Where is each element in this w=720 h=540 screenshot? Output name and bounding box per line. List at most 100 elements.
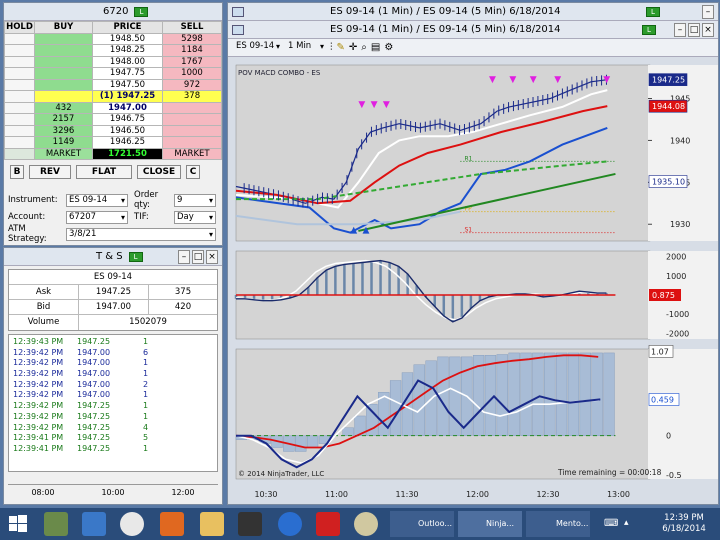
- chart-outer-titlebar[interactable]: ES 09-14 (1 Min) / ES 09-14 (5 Min) 6/18…: [228, 3, 718, 21]
- buy-cell[interactable]: [34, 55, 93, 68]
- sell-cell[interactable]: 1767: [162, 55, 222, 68]
- bar-type-icon[interactable]: ⫶: [330, 42, 333, 53]
- globe-app-icon[interactable]: [354, 512, 378, 536]
- b-button[interactable]: B: [10, 165, 24, 179]
- hold-cell[interactable]: [4, 90, 35, 103]
- minimize-icon[interactable]: –: [178, 249, 190, 264]
- film-app-icon[interactable]: [238, 512, 262, 536]
- buy-cell[interactable]: [34, 78, 93, 91]
- buy-cell[interactable]: [34, 67, 93, 80]
- price-header: PRICE: [92, 21, 163, 34]
- chart-canvas[interactable]: POV MACD COMBO - ES⏭1930193519401945R1PP…: [228, 59, 718, 505]
- c-button[interactable]: C: [186, 165, 200, 179]
- windows-logo-icon: [9, 515, 27, 532]
- outlook-task[interactable]: Outloo...: [390, 511, 454, 537]
- combo-bar: [603, 352, 615, 436]
- atm-label: ATM Strategy:: [8, 224, 47, 244]
- instrument-select[interactable]: ES 09-14: [66, 193, 128, 207]
- sell-cell[interactable]: 1184: [162, 44, 222, 57]
- minimize-icon[interactable]: –: [702, 4, 714, 19]
- order-qty-input[interactable]: 9: [174, 193, 216, 207]
- close-button[interactable]: CLOSE: [137, 165, 181, 179]
- trade-size: 4: [143, 422, 149, 432]
- hold-cell[interactable]: [4, 136, 35, 149]
- ts-trade-list[interactable]: 12:39:43 PM 1947.25 1 12:39:42 PM 1947.00 6 12…: [8, 334, 218, 472]
- internet-explorer-icon[interactable]: [278, 512, 302, 536]
- buy-cell[interactable]: 3296: [34, 124, 93, 137]
- hold-cell[interactable]: [4, 67, 35, 80]
- flat-button[interactable]: FLAT: [76, 165, 132, 179]
- ts-link-button[interactable]: L: [128, 251, 143, 262]
- hold-cell[interactable]: [4, 124, 35, 137]
- chart-axis-bg: [648, 349, 718, 479]
- sell-cell[interactable]: 5298: [162, 32, 222, 45]
- buy-cell[interactable]: [34, 32, 93, 45]
- start-windows-icon[interactable]: [6, 512, 30, 536]
- sell-cell[interactable]: [162, 124, 222, 137]
- trade-time: 12:39:42 PM: [13, 411, 64, 421]
- combo-bar: [295, 435, 307, 452]
- strategy-icon[interactable]: ⚙: [384, 42, 393, 53]
- ninja-task[interactable]: Ninja...: [458, 511, 522, 537]
- keyboard-icon[interactable]: ⌨: [604, 518, 618, 529]
- sell-cell[interactable]: 972: [162, 78, 222, 91]
- market-sell-button[interactable]: MARKET: [162, 147, 222, 160]
- close-icon[interactable]: ×: [702, 22, 714, 37]
- mentor-task[interactable]: Mento...: [526, 511, 590, 537]
- maximize-icon[interactable]: □: [688, 22, 700, 37]
- sell-cell[interactable]: [162, 113, 222, 126]
- chart-instrument-select[interactable]: ES 09-14: [234, 41, 282, 54]
- buy-cell[interactable]: 2157: [34, 113, 93, 126]
- user-app-icon[interactable]: [44, 512, 68, 536]
- folder-app-icon[interactable]: [200, 512, 224, 536]
- close-icon[interactable]: ×: [206, 249, 218, 264]
- k-app-icon[interactable]: [316, 512, 340, 536]
- sell-cell[interactable]: [162, 136, 222, 149]
- hold-cell[interactable]: [4, 44, 35, 57]
- buy-cell[interactable]: 432: [34, 101, 93, 114]
- hold-cell[interactable]: [4, 55, 35, 68]
- rev-button[interactable]: REV: [29, 165, 71, 179]
- pivot-level-label: R1: [464, 155, 472, 162]
- market-buy-cell[interactable]: [4, 147, 35, 160]
- volume-value: 1502079: [129, 317, 167, 327]
- buy-cell[interactable]: [34, 44, 93, 57]
- network-app-icon[interactable]: [82, 512, 106, 536]
- chart-interval-select[interactable]: 1 Min: [286, 41, 326, 54]
- buy-cell[interactable]: [34, 90, 93, 103]
- trade-price: 1947.25: [77, 401, 111, 411]
- trade-price: 1947.25: [77, 422, 111, 432]
- chart-inner-link-button[interactable]: L: [642, 24, 656, 35]
- hold-cell[interactable]: [4, 113, 35, 126]
- hold-cell[interactable]: [4, 32, 35, 45]
- maximize-icon[interactable]: □: [192, 249, 204, 264]
- market-buy-button[interactable]: MARKET: [34, 147, 93, 160]
- crosshair-icon[interactable]: ✛: [349, 42, 357, 53]
- atm-select[interactable]: 3/8/21: [66, 227, 216, 241]
- chart-inner-titlebar[interactable]: ES 09-14 (1 Min) / ES 09-14 (5 Min) 6/18…: [228, 21, 718, 39]
- buy-cell[interactable]: 1149: [34, 136, 93, 149]
- media-app-icon[interactable]: [160, 512, 184, 536]
- tif-select[interactable]: Day: [174, 210, 216, 224]
- chart-link-button[interactable]: L: [646, 6, 660, 17]
- macd-tick-label: 2000: [666, 253, 686, 262]
- browser-app-icon[interactable]: [120, 512, 144, 536]
- ts-trade-row: 12:39:41 PM 1947.25 1: [9, 444, 217, 455]
- trade-time: 12:39:42 PM: [13, 422, 64, 432]
- sell-cell[interactable]: 378: [162, 90, 222, 103]
- price-badge-label: 1944.08: [652, 102, 685, 111]
- pencil-icon[interactable]: ✎: [337, 42, 345, 53]
- link-button[interactable]: L: [134, 6, 149, 17]
- properties-icon[interactable]: ▤: [371, 42, 380, 53]
- ts-titlebar[interactable]: T & S L – □ ×: [4, 248, 222, 266]
- superdom-titlebar[interactable]: 6720 L: [4, 3, 222, 21]
- hold-cell[interactable]: [4, 78, 35, 91]
- zoom-icon[interactable]: ⌕: [361, 42, 367, 53]
- account-select[interactable]: 67207: [66, 210, 128, 224]
- sell-cell[interactable]: [162, 101, 222, 114]
- flag-icon[interactable]: ▴: [624, 518, 629, 528]
- clock[interactable]: 12:39 PM 6/18/2014: [652, 513, 716, 535]
- sell-cell[interactable]: 1000: [162, 67, 222, 80]
- hold-cell[interactable]: [4, 101, 35, 114]
- minimize-icon[interactable]: –: [674, 22, 686, 37]
